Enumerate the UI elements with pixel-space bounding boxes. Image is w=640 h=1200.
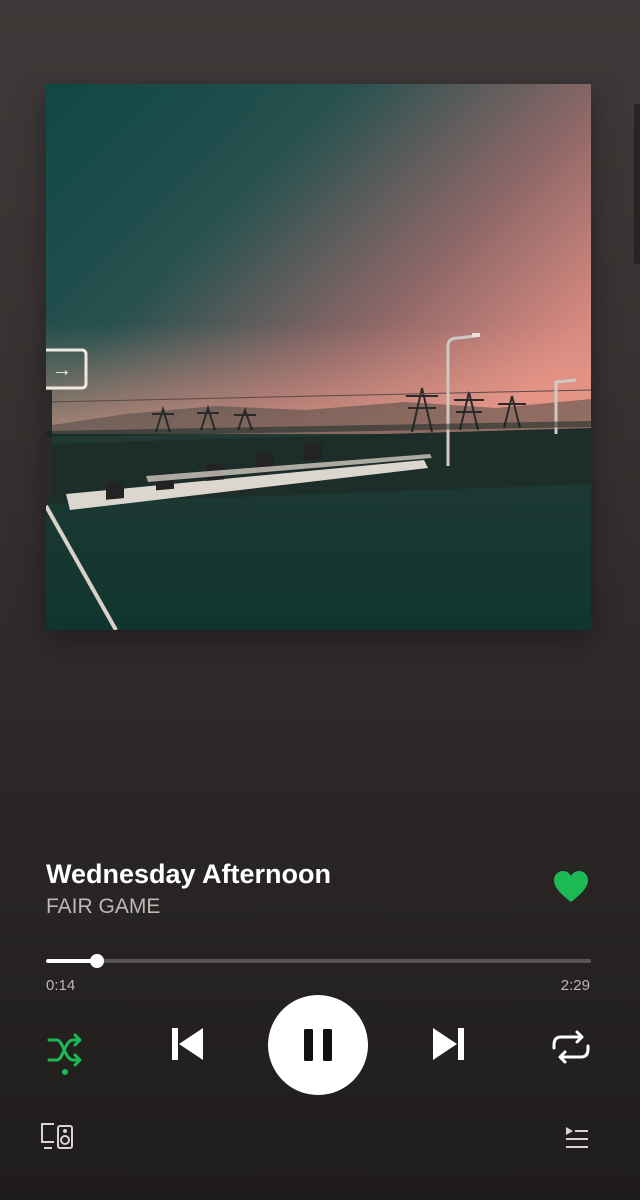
edge-handle[interactable] [634, 104, 640, 264]
previous-button[interactable] [164, 1021, 210, 1067]
track-title: Wednesday Afternoon [46, 859, 332, 889]
track-artist[interactable]: FAIR GAME [46, 894, 526, 920]
skip-next-icon [433, 1028, 464, 1060]
devices-button[interactable] [40, 1120, 76, 1154]
like-button[interactable] [552, 869, 590, 905]
repeat-icon [552, 1030, 590, 1064]
heart-icon [554, 871, 588, 902]
album-art: → [46, 84, 591, 630]
shuffle-active-dot [62, 1069, 68, 1075]
progress-bar[interactable] [46, 954, 591, 968]
pause-button[interactable] [268, 995, 368, 1095]
queue-button[interactable] [562, 1122, 592, 1154]
total-time: 2:29 [560, 977, 590, 994]
shuffle-icon [47, 1033, 82, 1067]
devices-icon [41, 1123, 73, 1149]
repeat-button[interactable] [548, 1024, 594, 1070]
progress-knob[interactable] [90, 954, 105, 968]
queue-icon [566, 1127, 588, 1148]
pause-icon [304, 1029, 332, 1061]
elapsed-time: 0:14 [46, 977, 76, 994]
progress-track [46, 959, 591, 963]
shuffle-button[interactable] [41, 1026, 89, 1074]
skip-previous-icon [172, 1028, 203, 1060]
now-playing-screen: → Wednesday Afternoon FAIR GAME 0:14 2:2… [0, 0, 640, 1200]
sign-arrow-text: → [52, 359, 72, 381]
album-art-image: → [46, 84, 591, 630]
next-button[interactable] [426, 1021, 472, 1067]
